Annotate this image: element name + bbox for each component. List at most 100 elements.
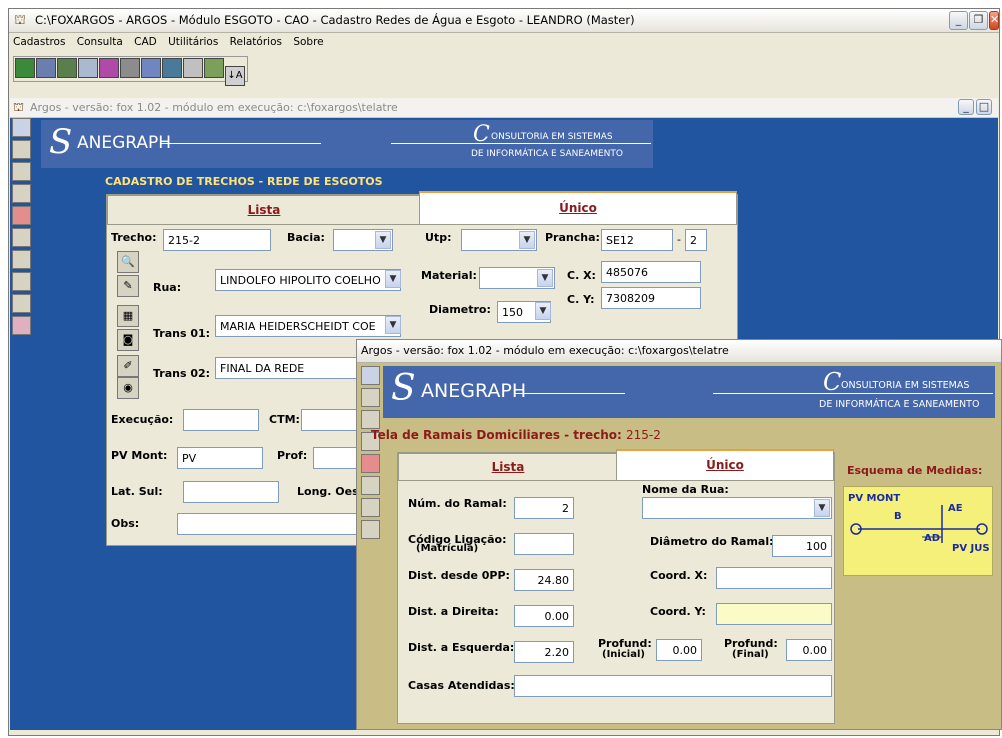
search-icon[interactable]: 🔍 <box>117 251 139 273</box>
chevron-down-icon[interactable]: ▼ <box>537 269 553 287</box>
prof-label: Prof: <box>277 449 308 462</box>
ramais-tab-lista[interactable]: Lista <box>398 453 618 481</box>
calculator-icon[interactable]: ▦ <box>117 305 139 327</box>
ramais-undo-icon[interactable] <box>361 476 380 495</box>
ramais-consult-line2: DE INFORMÁTICA E SANEAMENTO <box>819 399 980 410</box>
edit-icon[interactable] <box>120 58 140 78</box>
new-record-icon[interactable] <box>12 118 31 137</box>
prancha-input[interactable]: SE12 <box>601 229 673 251</box>
codigo-input[interactable] <box>514 533 574 555</box>
form-icon[interactable] <box>36 58 56 78</box>
material-select[interactable]: ▼ <box>479 267 555 289</box>
undo-icon[interactable] <box>12 228 31 247</box>
sanegraph-banner: S ANEGRAPH C ONSULTORIA EM SISTEMAS DE I… <box>41 120 653 168</box>
report-icon[interactable] <box>12 294 31 313</box>
tab-lista[interactable]: Lista <box>107 195 421 225</box>
mdi-minimize-button[interactable]: _ <box>958 99 974 115</box>
save-icon[interactable] <box>183 58 203 78</box>
ramais-save-icon[interactable] <box>361 388 380 407</box>
consult-line2: DE INFORMÁTICA E SANEAMENTO <box>471 149 623 159</box>
print-record-icon[interactable] <box>12 272 31 291</box>
dist-esquerda-label: Dist. a Esquerda: <box>408 641 515 654</box>
blank-icon[interactable] <box>12 162 31 181</box>
chevron-down-icon[interactable]: ▼ <box>375 231 391 249</box>
menu-sobre[interactable]: Sobre <box>293 36 323 48</box>
globe-icon[interactable]: ◉ <box>117 377 139 399</box>
save-record-icon[interactable] <box>12 140 31 159</box>
ramais-check-icon[interactable] <box>361 498 380 517</box>
print-icon[interactable] <box>162 58 182 78</box>
camera-icon[interactable]: ◙ <box>117 329 139 351</box>
cy-input[interactable]: 7308209 <box>601 287 701 309</box>
mdi-maximize-button[interactable]: □ <box>976 99 992 115</box>
edit-form-icon[interactable] <box>204 58 224 78</box>
coordy-input[interactable] <box>716 603 832 625</box>
exit-icon[interactable] <box>15 58 35 78</box>
docs-icon[interactable] <box>78 58 98 78</box>
dist-esquerda-input[interactable]: 2.20 <box>514 641 574 663</box>
tools-icon[interactable] <box>141 58 161 78</box>
menu-bar: Cadastros Consulta CAD Utilitários Relat… <box>13 36 332 48</box>
ramais-blank-icon[interactable] <box>361 410 380 429</box>
coordx-input[interactable] <box>716 567 832 589</box>
prof-final-input[interactable]: 0.00 <box>786 639 832 661</box>
ctm-input[interactable] <box>301 409 363 431</box>
maximize-button[interactable]: ❐ <box>969 11 988 30</box>
chevron-down-icon[interactable]: ▼ <box>814 499 830 517</box>
trecho-input[interactable]: 215-2 <box>163 229 271 251</box>
ramais-consult-initial: C <box>823 368 842 396</box>
close-button[interactable]: ✕ <box>989 11 999 30</box>
sort-icon[interactable]: ↓A <box>225 66 245 86</box>
latsul-input[interactable] <box>183 481 279 503</box>
ramais-logo-line <box>515 393 625 394</box>
chevron-down-icon[interactable]: ▼ <box>385 316 401 334</box>
rua-select[interactable]: LINDOLFO HIPOLITO COELHO <box>215 269 401 291</box>
ramais-heading-value: 215-2 <box>626 428 661 442</box>
ramais-delete-icon[interactable] <box>361 454 380 473</box>
menu-consulta[interactable]: Consulta <box>77 36 123 48</box>
chevron-down-icon[interactable]: ▼ <box>519 231 535 249</box>
menu-cadastros[interactable]: Cadastros <box>13 36 65 48</box>
menu-relatorios[interactable]: Relatórios <box>230 36 282 48</box>
edit-pen-icon[interactable]: ✐ <box>117 355 139 377</box>
grid-icon[interactable] <box>57 58 77 78</box>
window-icon[interactable] <box>99 58 119 78</box>
trans01-select[interactable]: MARIA HEIDERSCHEIDT COE <box>215 315 401 337</box>
nome-rua-select[interactable]: ▼ <box>642 497 832 519</box>
trans02-label: Trans 02: <box>153 367 211 380</box>
edit-street-icon[interactable]: ✎ <box>117 275 139 297</box>
dist-direita-input[interactable]: 0.00 <box>514 605 574 627</box>
dist-opp-input[interactable]: 24.80 <box>514 569 574 591</box>
ramais-tab-unico[interactable]: Único <box>616 449 834 481</box>
check-icon[interactable] <box>12 250 31 269</box>
prof-inicial-input[interactable]: 0.00 <box>656 639 702 661</box>
casas-input[interactable] <box>514 675 832 697</box>
diametro-ramal-input[interactable]: 100 <box>772 535 832 557</box>
delete-icon[interactable] <box>12 206 31 225</box>
cx-input[interactable]: 485076 <box>601 261 701 283</box>
rua-label: Rua: <box>153 281 182 294</box>
ramais-consult-line <box>713 393 993 394</box>
prancha-suffix-input[interactable]: 2 <box>685 229 707 251</box>
obs-input[interactable] <box>177 513 369 535</box>
list-icon[interactable] <box>12 184 31 203</box>
bacia-select[interactable]: ▼ <box>333 229 393 251</box>
chevron-down-icon[interactable]: ▼ <box>385 270 401 288</box>
utp-select[interactable]: ▼ <box>461 229 537 251</box>
num-ramal-input[interactable]: 2 <box>514 497 574 519</box>
menu-cad[interactable]: CAD <box>134 36 157 48</box>
diametro-ramal-label: Diâmetro do Ramal: <box>650 535 774 548</box>
chevron-down-icon[interactable]: ▼ <box>535 302 551 320</box>
map-icon[interactable] <box>12 316 31 335</box>
consult-line <box>391 143 651 144</box>
ramais-banner: S ANEGRAPH C ONSULTORIA EM SISTEMAS DE I… <box>383 366 995 418</box>
ramais-new-icon[interactable] <box>361 366 380 385</box>
minimize-button[interactable]: _ <box>949 11 968 30</box>
pvmont-input[interactable]: PV <box>177 447 263 469</box>
material-label: Material: <box>421 269 477 282</box>
tab-unico[interactable]: Único <box>419 191 737 225</box>
ramais-print-icon[interactable] <box>361 520 380 539</box>
consult-line1: ONSULTORIA EM SISTEMAS <box>491 132 613 142</box>
execucao-input[interactable] <box>183 409 259 431</box>
menu-utilitarios[interactable]: Utilitários <box>168 36 218 48</box>
